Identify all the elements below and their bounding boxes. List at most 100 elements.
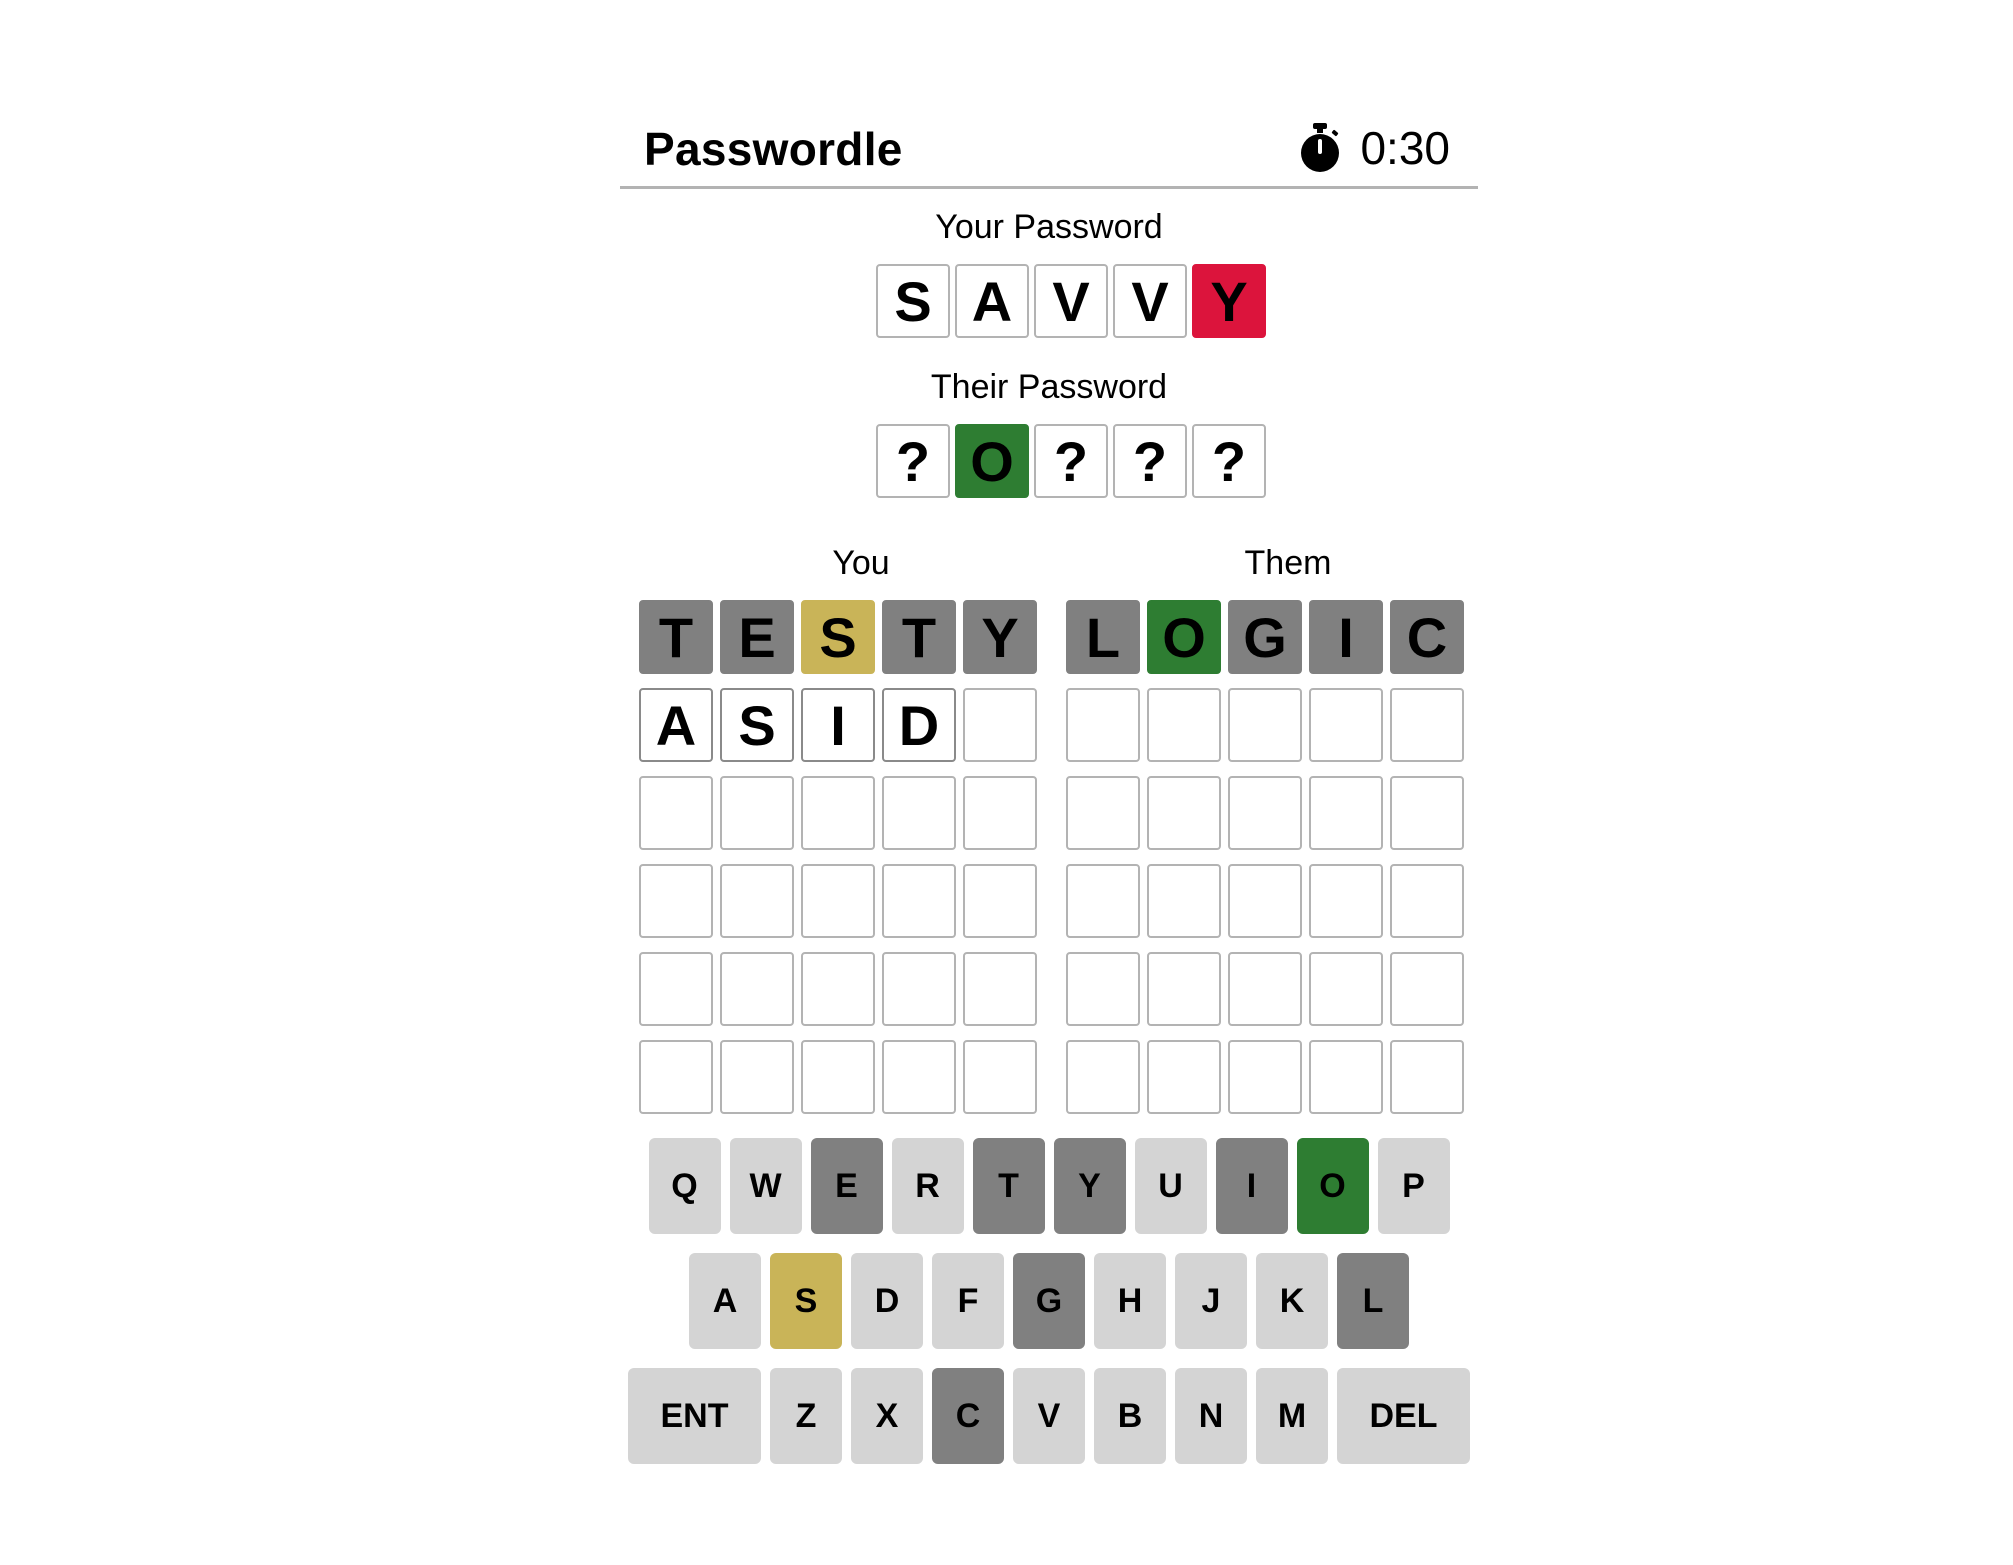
- you-board-tile: I: [801, 688, 875, 762]
- you-board-tile: [882, 1040, 956, 1114]
- them-board-label: Them: [1244, 544, 1332, 582]
- them-board-tile: [1228, 1040, 1302, 1114]
- timer-value: 0:30: [1360, 122, 1450, 174]
- you-board-tile: [720, 864, 794, 938]
- their-password-tile: O: [955, 424, 1029, 498]
- you-board-tile: [639, 1040, 713, 1114]
- them-board-tile: [1147, 952, 1221, 1026]
- you-board-tile: D: [882, 688, 956, 762]
- your-password-tile: Y: [1192, 264, 1266, 338]
- you-board-tile: [963, 776, 1037, 850]
- them-board-tile: [1309, 864, 1383, 938]
- game-app: Passwordle 0:30 Your Password SAVVY Thei…: [620, 0, 1480, 1565]
- you-board-tile: [801, 864, 875, 938]
- key-d[interactable]: D: [851, 1253, 923, 1349]
- them-board-tile: [1228, 952, 1302, 1026]
- them-board-tile: [1066, 776, 1140, 850]
- key-x[interactable]: X: [851, 1368, 923, 1464]
- keyboard-row: ENT Z X C V B N M DEL: [620, 1368, 1478, 1464]
- key-h[interactable]: H: [1094, 1253, 1166, 1349]
- them-board-tile: [1390, 864, 1464, 938]
- them-board-tile: [1228, 776, 1302, 850]
- them-board-tile: I: [1309, 600, 1383, 674]
- you-board-tile: [882, 864, 956, 938]
- keyboard-row: ASDFGHJKL: [620, 1253, 1478, 1349]
- you-board-tile: [963, 864, 1037, 938]
- them-board-tile: [1228, 688, 1302, 762]
- their-password-tile: ?: [876, 424, 950, 498]
- key-v[interactable]: V: [1013, 1368, 1085, 1464]
- them-board-tile: [1066, 1040, 1140, 1114]
- their-password-tile: ?: [1113, 424, 1187, 498]
- your-password-tile: S: [876, 264, 950, 338]
- you-board-tile: S: [720, 688, 794, 762]
- key-s[interactable]: S: [770, 1253, 842, 1349]
- you-board-tile: [882, 776, 956, 850]
- you-board-tile: [720, 952, 794, 1026]
- them-board-tile: [1066, 688, 1140, 762]
- you-board-tile: [963, 1040, 1037, 1114]
- key-c[interactable]: C: [932, 1368, 1004, 1464]
- their-password-label: Their Password: [930, 368, 1168, 406]
- you-board-tile: T: [882, 600, 956, 674]
- key-k[interactable]: K: [1256, 1253, 1328, 1349]
- them-board-tile: L: [1066, 600, 1140, 674]
- key-n[interactable]: N: [1175, 1368, 1247, 1464]
- key-q[interactable]: Q: [648, 1138, 721, 1234]
- their-password-tile: ?: [1034, 424, 1108, 498]
- key-m[interactable]: M: [1256, 1368, 1328, 1464]
- enter-key[interactable]: ENT: [628, 1368, 761, 1464]
- key-j[interactable]: J: [1175, 1253, 1247, 1349]
- you-board-tile: T: [639, 600, 713, 674]
- you-board-tile: [963, 952, 1037, 1026]
- app-title: Passwordle: [644, 123, 903, 175]
- them-board-tile: [1390, 688, 1464, 762]
- key-r[interactable]: R: [891, 1138, 964, 1234]
- your-password-row: SAVVY: [876, 264, 1266, 338]
- timer: 0:30: [1296, 120, 1450, 176]
- you-board-tile: S: [801, 600, 875, 674]
- you-board-tile: [801, 1040, 875, 1114]
- key-u[interactable]: U: [1134, 1138, 1207, 1234]
- delete-key[interactable]: DEL: [1337, 1368, 1470, 1464]
- key-t[interactable]: T: [972, 1138, 1045, 1234]
- them-board-tile: O: [1147, 600, 1221, 674]
- key-e[interactable]: E: [810, 1138, 883, 1234]
- you-board-tile: [639, 952, 713, 1026]
- key-l[interactable]: L: [1337, 1253, 1409, 1349]
- them-board-tile: [1309, 1040, 1383, 1114]
- them-board-tile: [1228, 864, 1302, 938]
- them-board-tile: [1066, 864, 1140, 938]
- you-board-tile: [882, 952, 956, 1026]
- key-p[interactable]: P: [1377, 1138, 1450, 1234]
- them-board: LOGIC: [1066, 600, 1464, 1114]
- them-board-tile: [1147, 864, 1221, 938]
- them-board-tile: [1309, 688, 1383, 762]
- them-board-tile: [1066, 952, 1140, 1026]
- key-y[interactable]: Y: [1053, 1138, 1126, 1234]
- you-board-tile: A: [639, 688, 713, 762]
- them-board-tile: G: [1228, 600, 1302, 674]
- key-w[interactable]: W: [729, 1138, 802, 1234]
- their-password-tile: ?: [1192, 424, 1266, 498]
- your-password-tile: V: [1034, 264, 1108, 338]
- them-board-tile: [1390, 952, 1464, 1026]
- key-f[interactable]: F: [932, 1253, 1004, 1349]
- key-o[interactable]: O: [1296, 1138, 1369, 1234]
- them-board-tile: C: [1390, 600, 1464, 674]
- them-board-tile: [1147, 1040, 1221, 1114]
- you-board-tile: [801, 776, 875, 850]
- stopwatch-icon: [1301, 123, 1340, 172]
- key-i[interactable]: I: [1215, 1138, 1288, 1234]
- your-password-tile: A: [955, 264, 1029, 338]
- you-board-label: You: [832, 544, 890, 582]
- key-a[interactable]: A: [689, 1253, 761, 1349]
- you-board-tile: Y: [963, 600, 1037, 674]
- key-b[interactable]: B: [1094, 1368, 1166, 1464]
- your-password-label: Your Password: [935, 208, 1163, 246]
- key-g[interactable]: G: [1013, 1253, 1085, 1349]
- key-z[interactable]: Z: [770, 1368, 842, 1464]
- you-board-tile: [963, 688, 1037, 762]
- you-board: TESTYASID: [639, 600, 1037, 1114]
- their-password-row: ? O???: [876, 424, 1266, 498]
